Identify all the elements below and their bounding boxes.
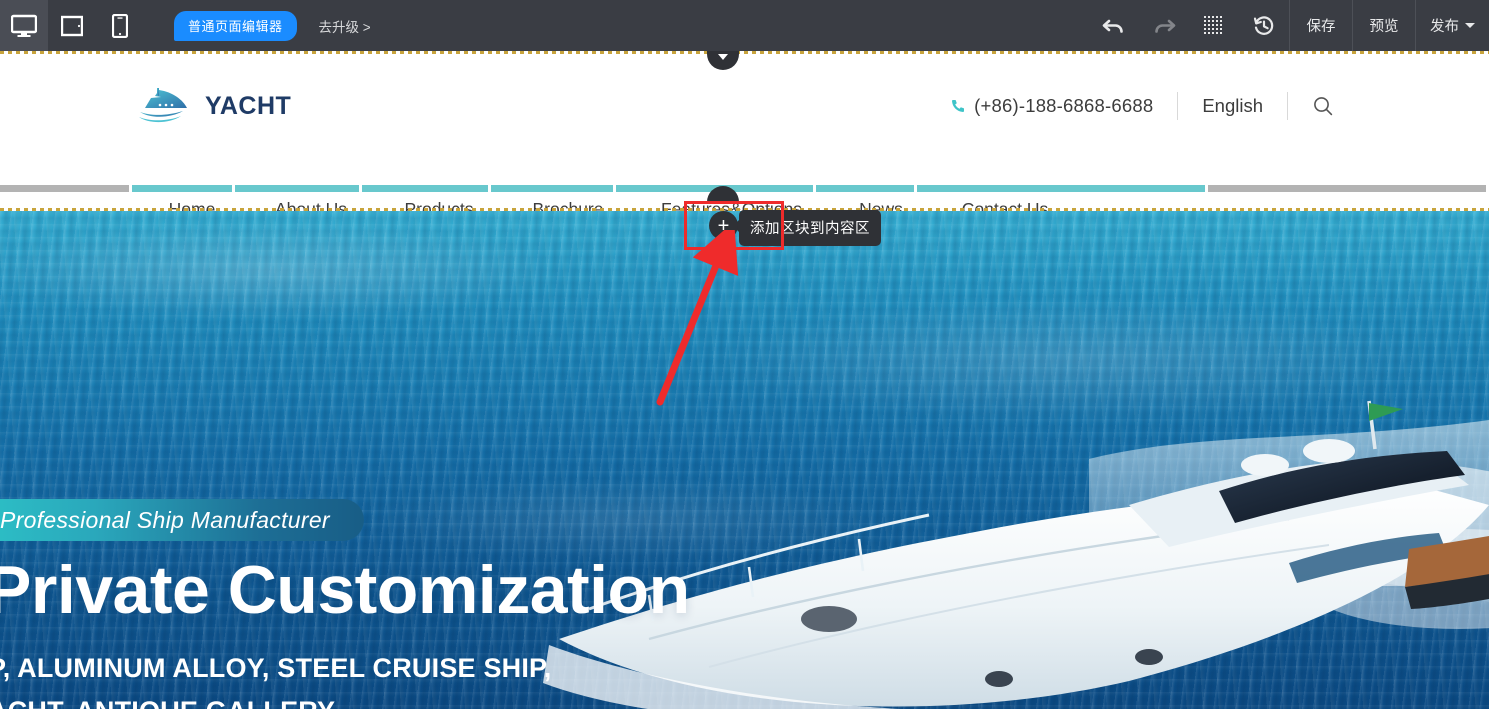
hero-subtitle: P, ALUMINUM ALLOY, STEEL CRUISE SHIP, AC… bbox=[0, 647, 551, 709]
device-preview-switcher bbox=[0, 0, 144, 51]
hero-title: Private Customization bbox=[0, 552, 690, 628]
mobile-icon bbox=[112, 13, 128, 38]
nav-strip-segment bbox=[917, 185, 1205, 192]
publish-button[interactable]: 发布 bbox=[1416, 0, 1489, 51]
nav-underline-strip bbox=[0, 185, 1489, 192]
phone-icon bbox=[952, 100, 965, 112]
logo-text: YACHT bbox=[205, 91, 292, 120]
nav-strip-segment bbox=[815, 185, 915, 192]
history-icon bbox=[1253, 15, 1274, 35]
redo-icon bbox=[1155, 19, 1176, 33]
site-header: YACHT (+86)-188-6868-6688 English bbox=[0, 54, 1489, 184]
header-utilities: (+86)-188-6868-6688 English bbox=[950, 92, 1334, 120]
undo-icon bbox=[1102, 19, 1123, 33]
device-mobile-button[interactable] bbox=[96, 0, 144, 51]
grid-icon bbox=[1204, 15, 1222, 34]
annotation-arrow bbox=[656, 230, 739, 406]
desktop-icon bbox=[11, 14, 37, 37]
grid-button[interactable] bbox=[1189, 0, 1239, 51]
language-selector[interactable]: English bbox=[1178, 95, 1287, 117]
nav-strip-segment bbox=[0, 185, 130, 192]
editor-mode-badge[interactable]: 普通页面编辑器 bbox=[174, 10, 297, 41]
hero-subtitle-line2: ACHT, ANTIQUE GALLERY bbox=[0, 690, 551, 709]
save-button[interactable]: 保存 bbox=[1290, 0, 1352, 51]
nav-strip-segment bbox=[234, 185, 359, 192]
phone-block[interactable]: (+86)-188-6868-6688 bbox=[950, 95, 1177, 117]
tablet-icon bbox=[61, 15, 83, 36]
device-tablet-button[interactable] bbox=[48, 0, 96, 51]
undo-button[interactable] bbox=[1089, 0, 1139, 51]
yacht-logo-icon bbox=[139, 88, 187, 123]
history-button[interactable] bbox=[1239, 0, 1289, 51]
chevron-down-icon bbox=[718, 54, 728, 60]
chevron-down-icon bbox=[1465, 23, 1475, 28]
device-desktop-button[interactable] bbox=[0, 0, 48, 51]
search-icon bbox=[1314, 97, 1333, 116]
preview-button[interactable]: 预览 bbox=[1353, 0, 1415, 51]
site-logo[interactable]: YACHT bbox=[137, 84, 291, 128]
redo-button[interactable] bbox=[1139, 0, 1189, 51]
search-button[interactable] bbox=[1288, 95, 1334, 117]
phone-number: (+86)-188-6868-6688 bbox=[974, 95, 1154, 116]
editor-guide-top bbox=[0, 51, 1489, 54]
hero-subtitle-line1: P, ALUMINUM ALLOY, STEEL CRUISE SHIP, bbox=[0, 653, 552, 683]
upgrade-link[interactable]: 去升级 > bbox=[319, 16, 371, 36]
nav-strip-segment bbox=[1207, 185, 1486, 192]
nav-strip-segment bbox=[361, 185, 489, 192]
publish-label: 发布 bbox=[1430, 19, 1459, 35]
toolbar-actions: 保存 预览 发布 bbox=[1089, 0, 1489, 51]
nav-strip-segment bbox=[132, 185, 232, 192]
hero-eyebrow: Professional Ship Manufacturer bbox=[0, 499, 364, 541]
nav-strip-segment bbox=[491, 185, 614, 192]
editor-toolbar: 普通页面编辑器 去升级 > 保存 预览 发布 bbox=[0, 0, 1489, 51]
